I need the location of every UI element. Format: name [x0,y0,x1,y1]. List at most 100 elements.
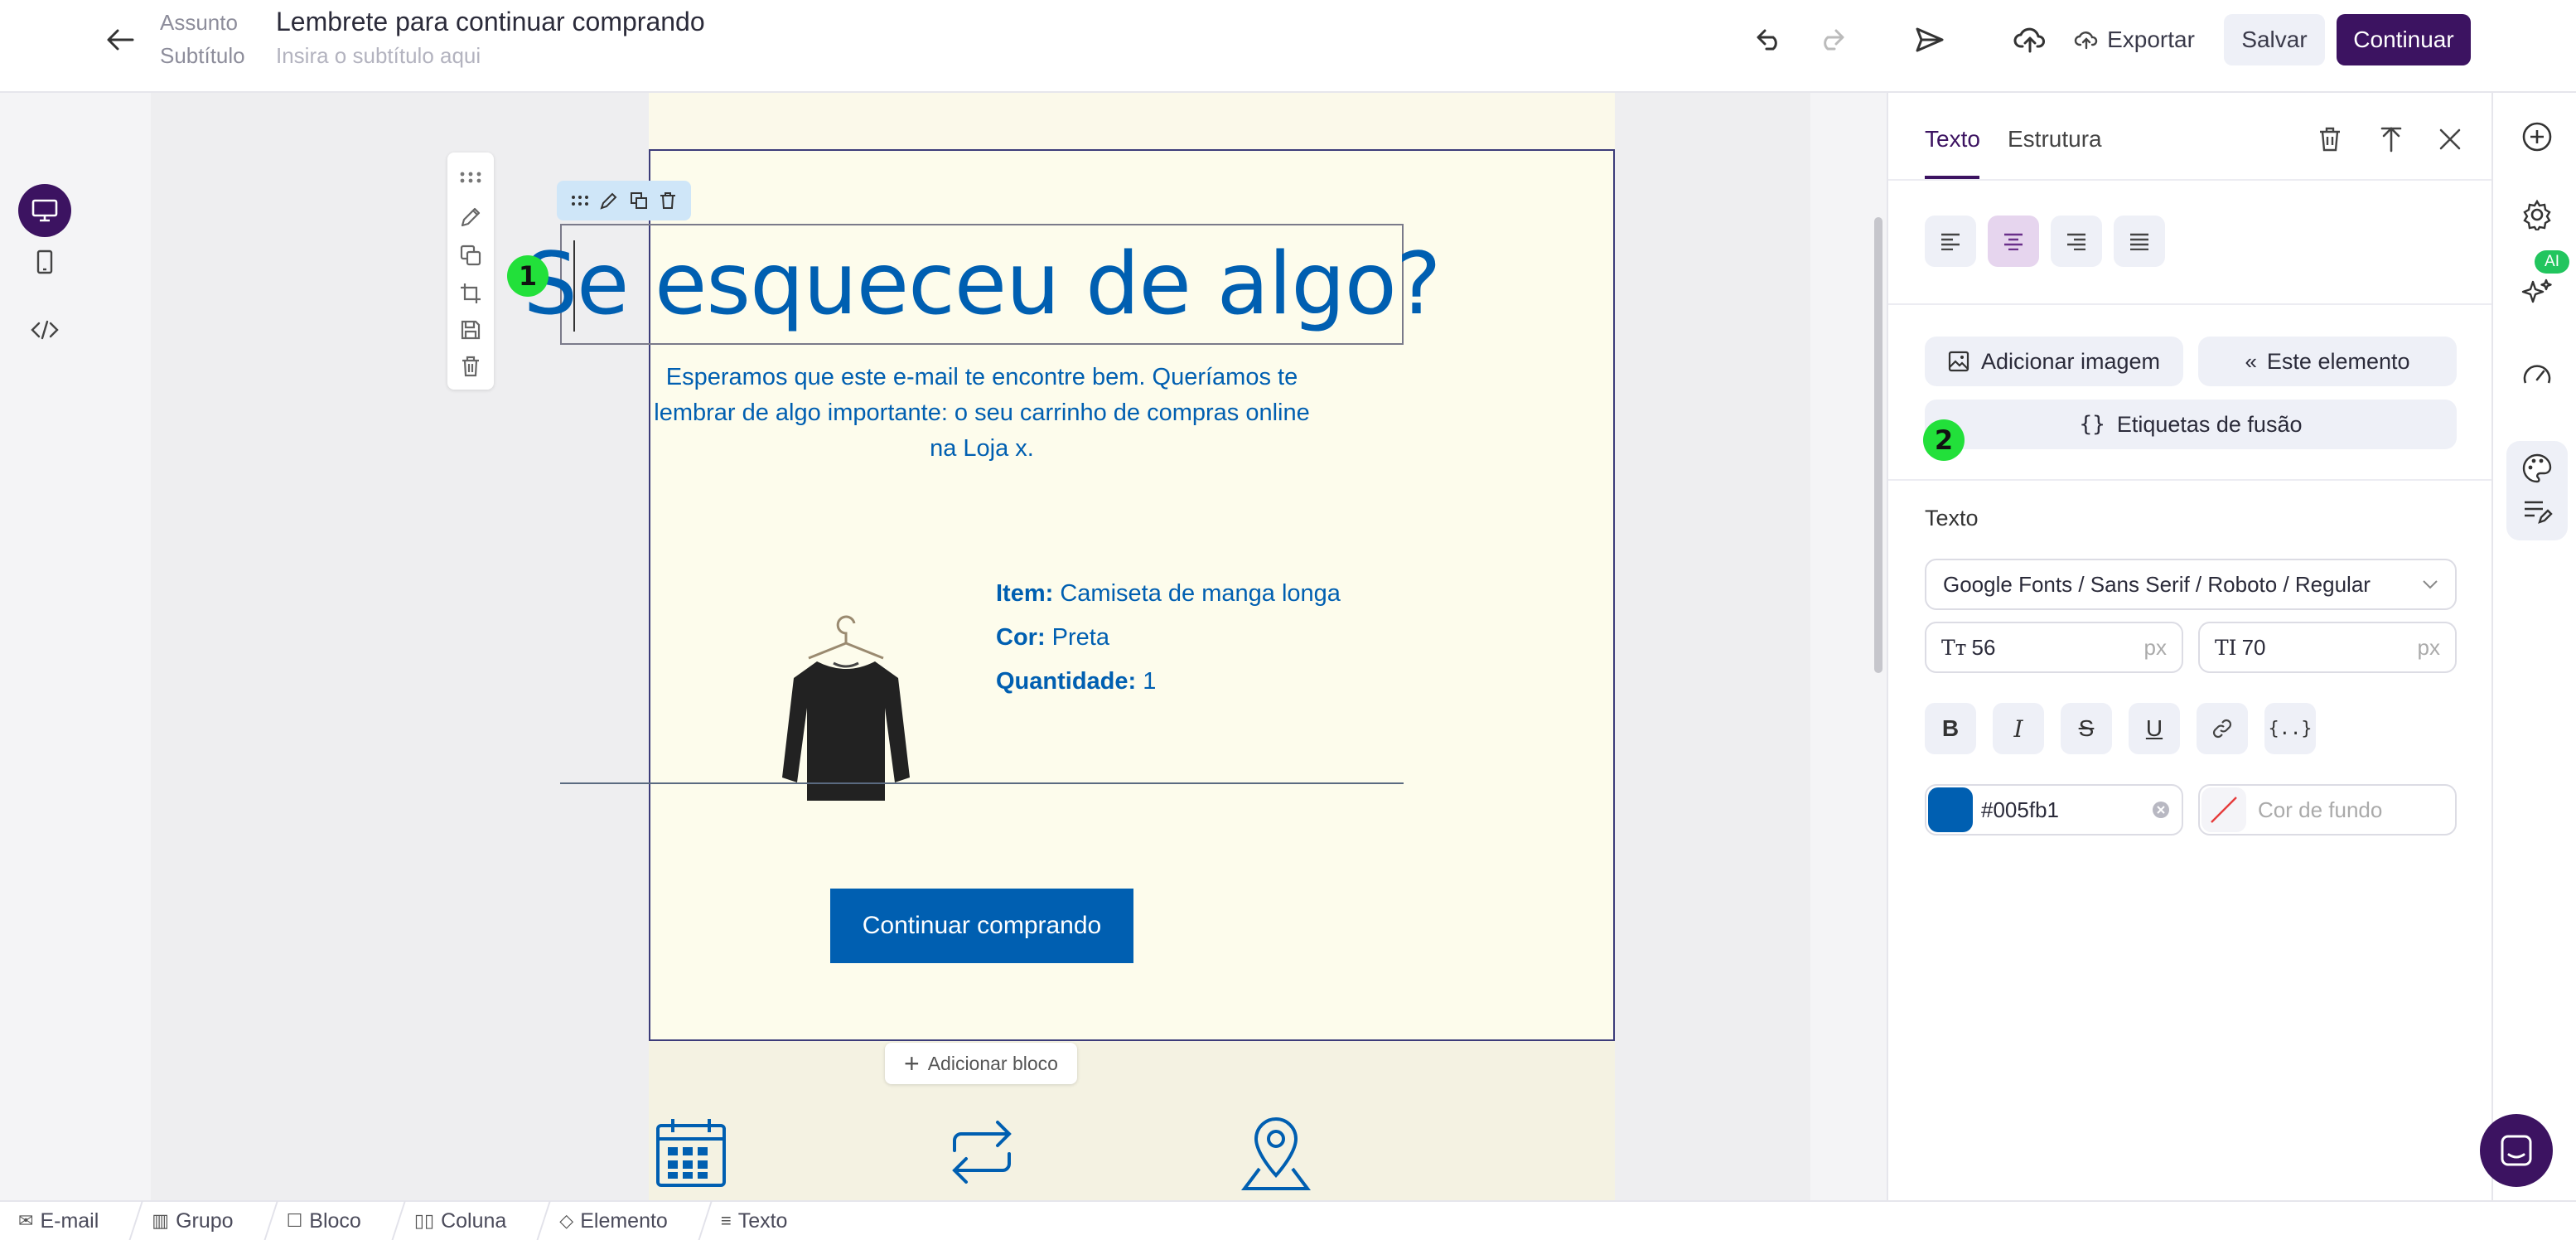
save-block-icon[interactable] [459,318,482,341]
this-element-button[interactable]: « Este elemento [2198,337,2457,386]
back-arrow-icon[interactable] [98,22,143,58]
clear-icon[interactable] [2152,801,2170,819]
editor-canvas: Se esqueceu de algo? 1 Esperamos que est… [151,93,1882,1200]
delete-element-icon[interactable] [2317,126,2342,153]
tab-structure[interactable]: Estrutura [2008,126,2102,153]
align-justify-button[interactable] [2114,216,2165,267]
chat-support-button[interactable] [2480,1114,2553,1187]
element-drag-icon[interactable] [570,195,590,206]
crop-icon[interactable] [459,282,482,305]
drag-handle-icon[interactable] [459,171,482,184]
image-icon [1948,351,1969,372]
subject-input[interactable]: Lembrete para continuar comprando [276,7,705,37]
add-block-button[interactable]: + Adicionar bloco [885,1043,1077,1084]
product-image[interactable] [776,547,916,829]
breadcrumb-element[interactable]: ◇ Elemento [559,1209,668,1233]
font-value: Google Fonts / Sans Serif / Roboto / Reg… [1943,571,2371,597]
this-element-label: Este elemento [2266,348,2410,374]
email-heading[interactable]: Se esqueceu de algo? [524,235,1442,334]
link-button[interactable] [2197,703,2248,754]
subtitle-label: Subtítulo [160,43,245,68]
palette-icon[interactable] [2521,453,2553,484]
merge-tag-inline-button[interactable]: {..} [2264,703,2316,754]
location-pin-icon [1241,1117,1311,1190]
align-justify-icon [2130,233,2148,250]
add-icon[interactable] [2521,121,2553,153]
breadcrumb-block[interactable]: ☐ Bloco [287,1209,361,1233]
align-left-button[interactable] [1925,216,1976,267]
upload-cloud-icon[interactable] [2008,20,2052,58]
canvas-scrollbar[interactable] [1874,217,1882,673]
heading-text-element[interactable]: Se esqueceu de algo? [524,224,1441,345]
text-color-field[interactable]: #005fb1 [1925,784,2183,836]
font-select[interactable]: Google Fonts / Sans Serif / Roboto / Reg… [1925,559,2457,610]
tab-text[interactable]: Texto [1925,126,1980,153]
ai-sparkle-icon[interactable] [2521,277,2553,308]
element-edit-icon[interactable] [599,191,619,211]
intro-paragraph[interactable]: Esperamos que este e-mail te encontre be… [648,360,1316,467]
line-height-field[interactable]: TI 70 px [2198,622,2457,673]
duplicate-icon[interactable] [459,244,482,267]
underline-button[interactable]: U [2129,703,2180,754]
settings-gear-icon[interactable] [2521,199,2553,230]
breadcrumb-separator [378,1201,406,1240]
cta-label: Continuar comprando [862,912,1102,939]
add-block-label: Adicionar bloco [927,1052,1058,1074]
italic-button[interactable]: I [1993,703,2044,754]
block-toolbar [447,153,494,390]
breadcrumb-element-label: Elemento [580,1209,668,1233]
breadcrumb-separator [115,1201,144,1240]
text-color-swatch[interactable] [1928,787,1973,832]
send-icon[interactable] [1909,22,1950,58]
subtitle-input[interactable]: Insira o subtítulo aqui [276,43,481,69]
add-image-label: Adicionar imagem [1980,348,2161,374]
strikethrough-button[interactable]: S [2061,703,2112,754]
redo-icon[interactable] [1811,23,1853,56]
line-height-unit: px [2417,634,2440,660]
export-button[interactable]: Exportar [2068,14,2201,65]
undo-icon[interactable] [1748,23,1790,56]
left-toolbar [0,93,151,1200]
right-rail: AI [2480,93,2576,1200]
font-size-icon: Tт [1941,635,1967,660]
calendar-icon [656,1119,726,1187]
breadcrumb-text[interactable]: ≡ Texto [721,1209,788,1233]
edit-pencil-icon[interactable] [459,206,482,229]
breadcrumb-group-label: Grupo [176,1209,234,1233]
code-view-button[interactable] [18,303,71,356]
chat-icon [2501,1135,2532,1166]
merge-tags-button[interactable]: {} Etiquetas de fusão [1925,400,2457,449]
breadcrumb-column-label: Coluna [441,1209,507,1233]
save-button[interactable]: Salvar [2224,14,2325,65]
text-color-value: #005fb1 [1981,797,2059,822]
select-parent-icon[interactable] [2379,126,2404,153]
line-height-icon: TI [2215,635,2237,660]
background-color-field[interactable]: Cor de fundo [2198,784,2457,836]
quote-icon: « [2245,348,2257,374]
add-image-button[interactable]: Adicionar imagem [1925,337,2183,386]
panel-tab-divider [1888,179,2493,181]
breadcrumb-group[interactable]: ▥ Grupo [152,1209,233,1233]
desktop-view-button[interactable] [18,184,71,237]
text-section-label: Texto [1925,506,1979,530]
element-duplicate-icon[interactable] [629,191,649,211]
link-icon [2212,719,2232,739]
font-size-field[interactable]: Tт 56 px [1925,622,2183,673]
align-right-button[interactable] [2051,216,2102,267]
no-color-swatch[interactable] [2201,787,2246,832]
text-style-icon[interactable] [2521,496,2553,527]
speedometer-icon[interactable] [2521,360,2553,391]
element-diamond-icon: ◇ [559,1210,574,1231]
close-panel-icon[interactable] [2438,128,2462,151]
trash-icon[interactable] [459,355,482,378]
continue-shopping-button[interactable]: Continuar comprando [830,889,1133,963]
bold-button[interactable]: B [1925,703,1976,754]
breadcrumb-email[interactable]: ✉ E-mail [18,1209,99,1233]
align-left-icon [1941,233,1960,250]
continue-button[interactable]: Continuar [2337,14,2471,65]
align-center-button[interactable] [1988,216,2039,267]
mobile-view-button[interactable] [18,235,71,288]
element-delete-icon[interactable] [658,191,678,211]
panel-divider-2 [1888,479,2493,481]
breadcrumb-column[interactable]: ▯▯ Coluna [414,1209,506,1233]
